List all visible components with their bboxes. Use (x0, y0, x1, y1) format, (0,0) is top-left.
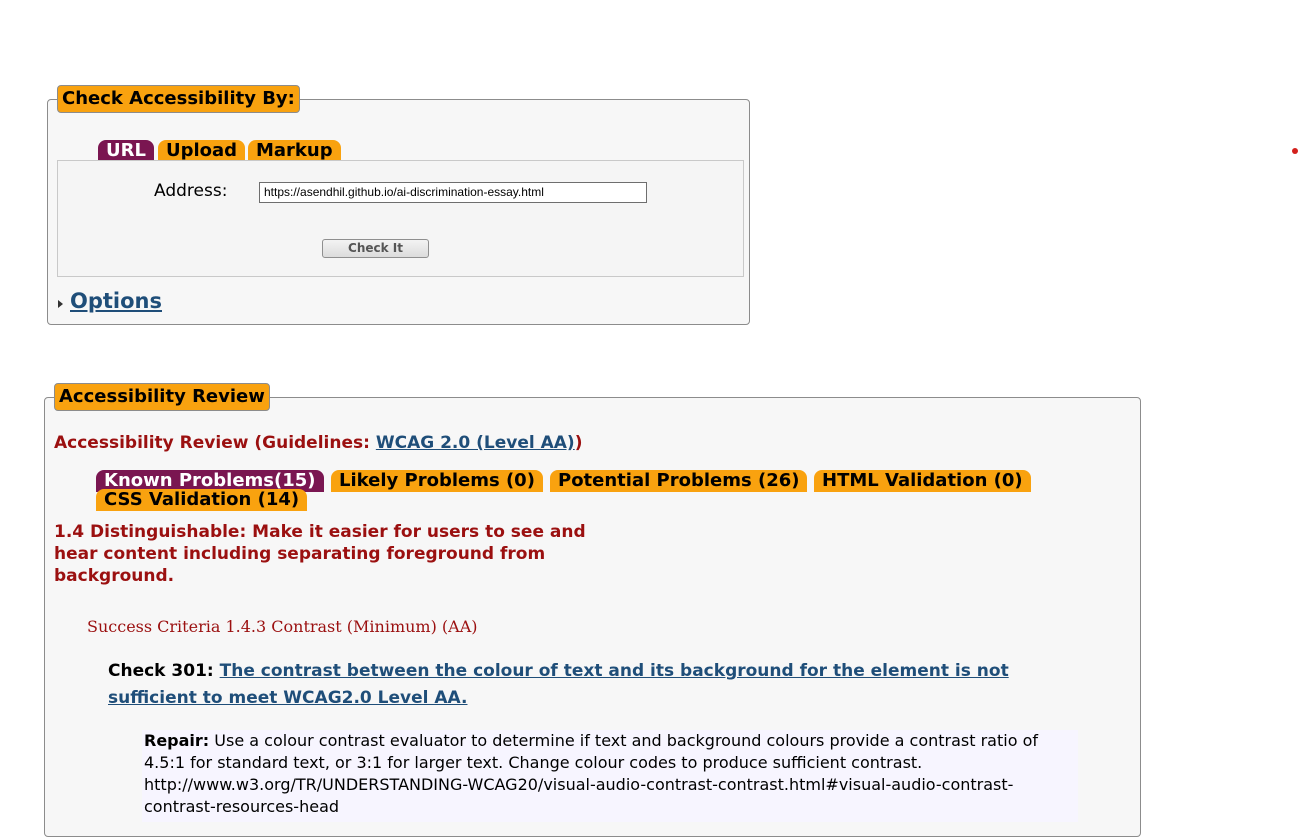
review-title-prefix: Accessibility Review (Guidelines: (54, 433, 376, 453)
red-dot-marker (1292, 148, 1298, 154)
accessibility-review-legend: Accessibility Review (54, 383, 270, 411)
tab-css-validation[interactable]: CSS Validation (14) (96, 489, 308, 511)
repair-box: Repair: Use a colour contrast evaluator … (142, 730, 1078, 822)
tab-likely-problems[interactable]: Likely Problems (0) (331, 470, 543, 492)
guideline-heading: 1.4 Distinguishable: Make it easier for … (54, 522, 586, 586)
repair-text: Use a colour contrast evaluator to deter… (144, 731, 1038, 816)
review-guidelines-title: Accessibility Review (Guidelines: WCAG 2… (54, 433, 583, 453)
check-301: Check 301: The contrast between the colo… (108, 658, 1068, 712)
check-accessibility-legend: Check Accessibility By: (57, 85, 300, 113)
success-criteria-heading: Success Criteria 1.4.3 Contrast (Minimum… (87, 617, 478, 636)
tab-html-validation[interactable]: HTML Validation (0) (814, 470, 1031, 492)
address-input[interactable]: https://asendhil.github.io/ai-discrimina… (259, 182, 647, 203)
check-301-link[interactable]: The contrast between the colour of text … (108, 661, 1009, 708)
url-form-box (57, 160, 744, 277)
review-title-suffix: ) (574, 433, 583, 453)
check-number: Check 301: (108, 661, 220, 681)
options-link[interactable]: Options (70, 289, 162, 313)
tab-markup[interactable]: Markup (248, 140, 341, 162)
options-expand-icon[interactable] (58, 300, 63, 308)
repair-label: Repair: (144, 731, 210, 750)
wcag-guidelines-link[interactable]: WCAG 2.0 (Level AA) (376, 433, 575, 453)
tab-upload[interactable]: Upload (158, 140, 246, 162)
tab-potential-problems[interactable]: Potential Problems (26) (550, 470, 808, 492)
address-label: Address: (154, 181, 228, 201)
check-it-button[interactable]: Check It (322, 239, 429, 258)
tab-url[interactable]: URL (98, 140, 154, 162)
